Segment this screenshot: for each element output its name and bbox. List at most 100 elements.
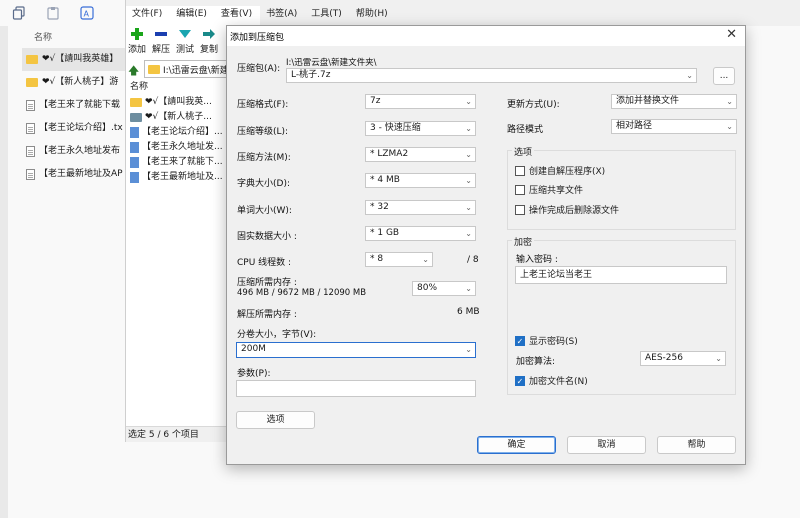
test-button[interactable]: 测试 xyxy=(174,26,196,55)
help-button[interactable]: 帮助 xyxy=(657,436,736,454)
level-value: 3 - 快速压缩 xyxy=(370,123,421,133)
solid-label: 固实数据大小 : xyxy=(237,232,297,242)
copy-button[interactable]: 复制 xyxy=(198,26,220,55)
delete-label: 操作完成后删除源文件 xyxy=(529,206,620,216)
show-password-label: 显示密码(S) xyxy=(529,337,578,347)
copy-icon[interactable] xyxy=(12,6,26,20)
path-value: 相对路径 xyxy=(616,121,653,131)
folder-icon xyxy=(130,113,142,122)
dict-value: * 4 MB xyxy=(370,175,400,185)
explorer-file-list: 名称 ❤√【請叫我英雄】 ❤√【新人桃子】游 【老王来了就能下载 【老王论坛介绍… xyxy=(22,28,126,186)
dict-select[interactable]: * 4 MB ⌄ xyxy=(365,173,476,188)
params-label: 参数(P): xyxy=(237,369,271,379)
method-value: * LZMA2 xyxy=(370,149,409,159)
word-value: * 32 xyxy=(370,202,389,212)
folder-icon xyxy=(26,78,38,87)
chevron-down-icon: ⌄ xyxy=(726,97,733,106)
menu-tools[interactable]: 工具(T) xyxy=(311,6,342,24)
checkbox-unchecked-icon xyxy=(515,204,525,215)
update-label: 更新方式(U): xyxy=(507,100,560,110)
chevron-down-icon: ⌄ xyxy=(465,345,472,354)
chevron-down-icon: ⌄ xyxy=(422,255,429,264)
explorer-row[interactable]: ❤√【新人桃子】游 xyxy=(22,71,126,94)
rename-icon[interactable]: A xyxy=(80,6,94,20)
menu-bookmarks[interactable]: 书签(A) xyxy=(266,6,297,24)
archive-name-input[interactable]: L-桃子.7z ⌄ xyxy=(286,68,697,83)
manager-row-label: 【老王最新地址及... xyxy=(142,172,223,182)
explorer-nav-pane xyxy=(0,26,8,518)
text-file-icon xyxy=(26,100,35,111)
shared-checkbox[interactable]: 压缩共享文件 xyxy=(515,183,583,196)
ok-button[interactable]: 确定 xyxy=(477,436,556,454)
password-input[interactable]: 上老王论坛当老王 xyxy=(515,266,727,284)
mem-decompress-label: 解压所需内存 : xyxy=(237,310,297,320)
delete-checkbox[interactable]: 操作完成后删除源文件 xyxy=(515,203,619,216)
show-password-checkbox[interactable]: ✓ 显示密码(S) xyxy=(515,334,578,347)
browse-button[interactable]: ... xyxy=(713,67,735,85)
copy-arrow-icon xyxy=(203,29,215,39)
explorer-row-label: 【老王论坛介绍】.tx xyxy=(39,123,123,133)
menu-edit[interactable]: 编辑(E) xyxy=(176,6,207,24)
enc-method-label: 加密算法: xyxy=(516,357,556,367)
dict-label: 字典大小(D): xyxy=(237,179,290,189)
add-icon xyxy=(131,28,143,40)
explorer-row[interactable]: 【老王永久地址发布 xyxy=(22,140,126,163)
options-button[interactable]: 选项 xyxy=(236,411,315,429)
chevron-down-icon: ⌄ xyxy=(465,203,472,212)
mem-percent-select[interactable]: 80% ⌄ xyxy=(412,281,476,296)
add-button[interactable]: 添加 xyxy=(126,26,148,55)
params-input[interactable] xyxy=(236,380,476,397)
folder-icon xyxy=(26,55,38,64)
extract-icon xyxy=(155,32,167,36)
paste-icon[interactable] xyxy=(46,6,60,20)
text-file-icon xyxy=(26,169,35,180)
word-select[interactable]: * 32 ⌄ xyxy=(365,200,476,215)
volume-label: 分卷大小，字节(V): xyxy=(237,330,317,340)
level-label: 压缩等级(L): xyxy=(237,127,289,137)
copy-label: 复制 xyxy=(199,45,218,55)
archive-directory: I:\迅雷云盘\新建文件夹\ xyxy=(286,58,377,68)
menu-help[interactable]: 帮助(H) xyxy=(356,6,388,24)
path-select[interactable]: 相对路径 ⌄ xyxy=(611,119,737,134)
menu-file[interactable]: 文件(F) xyxy=(132,6,162,24)
explorer-row[interactable]: ❤√【請叫我英雄】 xyxy=(22,48,126,71)
volume-select[interactable]: 200M ⌄ xyxy=(236,342,476,358)
text-file-icon xyxy=(26,123,35,134)
up-folder-icon[interactable]: 🡅 xyxy=(128,62,139,81)
close-icon[interactable]: ✕ xyxy=(726,27,737,42)
explorer-row[interactable]: 【老王最新地址及AP xyxy=(22,163,126,186)
checkbox-checked-icon: ✓ xyxy=(515,375,525,386)
explorer-column-name[interactable]: 名称 xyxy=(22,28,126,48)
explorer-row-label: 【老王最新地址及AP xyxy=(39,169,123,179)
document-icon xyxy=(130,172,139,183)
encrypt-names-checkbox[interactable]: ✓ 加密文件名(N) xyxy=(515,374,588,387)
text-file-icon xyxy=(26,146,35,157)
explorer-row[interactable]: 【老王来了就能下载 xyxy=(22,94,126,117)
explorer-row-label: 【老王永久地址发布 xyxy=(39,146,121,156)
explorer-row[interactable]: 【老王论坛介绍】.tx xyxy=(22,117,126,140)
chevron-down-icon: ⌄ xyxy=(465,97,472,106)
method-select[interactable]: * LZMA2 ⌄ xyxy=(365,147,476,162)
sfx-checkbox[interactable]: 创建自解压程序(X) xyxy=(515,164,605,177)
solid-select[interactable]: * 1 GB ⌄ xyxy=(365,226,476,241)
chevron-down-icon: ⌄ xyxy=(465,150,472,159)
enc-method-select[interactable]: AES-256 ⌄ xyxy=(640,351,726,366)
extract-button[interactable]: 解压 xyxy=(150,26,172,55)
sfx-label: 创建自解压程序(X) xyxy=(529,167,606,177)
update-select[interactable]: 添加并替换文件 ⌄ xyxy=(611,94,737,109)
add-to-archive-dialog: 添加到压缩包 ✕ 压缩包(A): I:\迅雷云盘\新建文件夹\ L-桃子.7z … xyxy=(226,25,746,465)
format-select[interactable]: 7z ⌄ xyxy=(365,94,476,109)
menu-view[interactable]: 查看(V) xyxy=(221,6,252,24)
shared-label: 压缩共享文件 xyxy=(529,186,584,196)
level-select[interactable]: 3 - 快速压缩 ⌄ xyxy=(365,121,476,136)
extract-label: 解压 xyxy=(151,45,170,55)
cancel-button[interactable]: 取消 xyxy=(567,436,646,454)
address-text: I:\迅雷云盘\新建 xyxy=(163,65,229,76)
manager-row-label: ❤√【新人桃子... xyxy=(145,112,212,122)
format-label: 压缩格式(F): xyxy=(237,100,289,110)
cpu-select[interactable]: * 8 ⌄ xyxy=(365,252,433,267)
explorer-row-label: ❤√【請叫我英雄】 xyxy=(42,54,119,64)
chevron-down-icon: ⌄ xyxy=(686,71,693,80)
chevron-down-icon: ⌄ xyxy=(465,284,472,293)
dialog-titlebar: 添加到压缩包 ✕ xyxy=(227,26,745,46)
